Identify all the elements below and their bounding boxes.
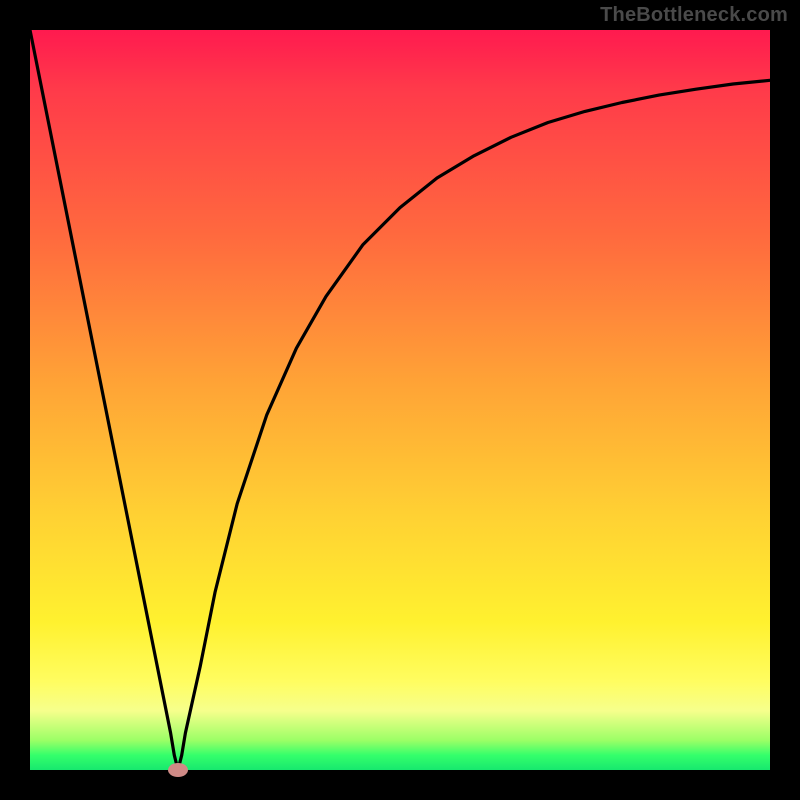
bottleneck-curve (30, 30, 770, 770)
optimal-point-marker (168, 763, 188, 777)
site-watermark: TheBottleneck.com (600, 4, 788, 27)
chart-frame: TheBottleneck.com (0, 0, 800, 800)
plot-area (30, 30, 770, 770)
